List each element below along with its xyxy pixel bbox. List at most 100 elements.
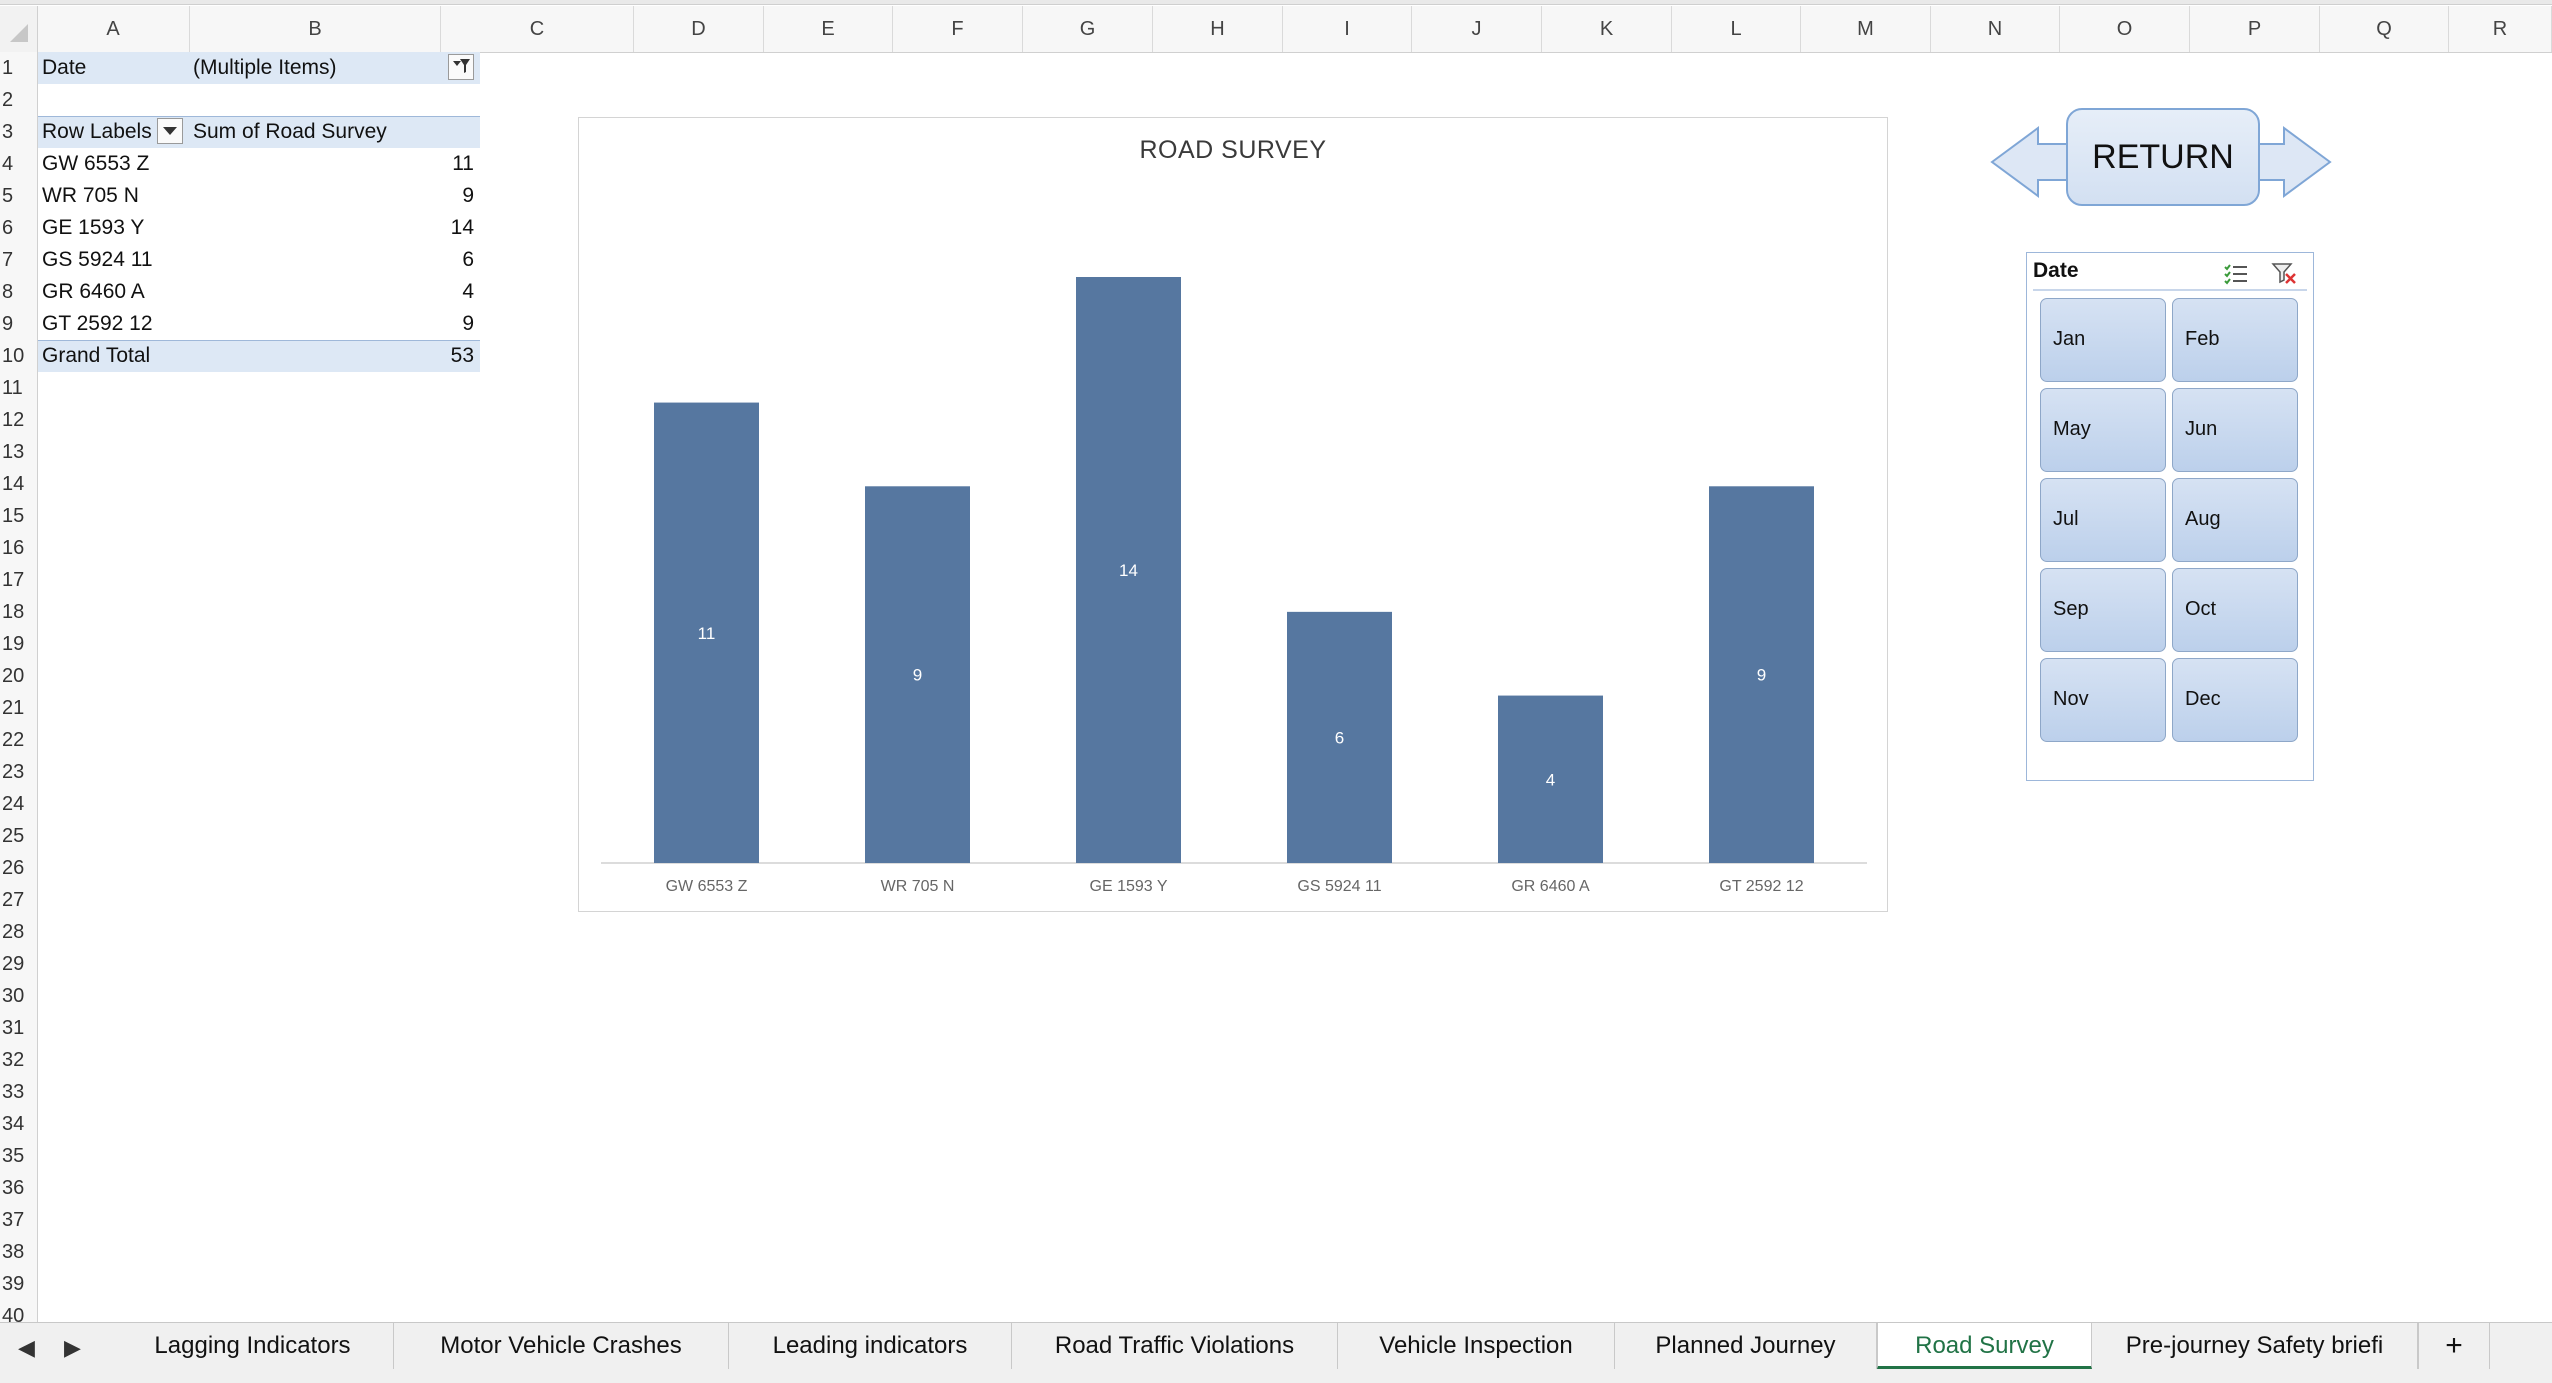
row-header-30[interactable]: 30 (0, 980, 37, 1012)
column-header-C[interactable]: C (441, 6, 634, 52)
date-slicer[interactable]: Date Jan Feb May Jun Jul Aug Sep Oct Nov Dec (2026, 252, 2314, 781)
row-labels-dropdown-button[interactable] (157, 118, 183, 144)
row-header-31[interactable]: 31 (0, 1012, 37, 1044)
row-header-2[interactable]: 2 (0, 84, 37, 116)
row-header-16[interactable]: 16 (0, 532, 37, 564)
sheet-tab-road-survey[interactable]: Road Survey (1877, 1323, 2092, 1369)
row-header-7[interactable]: 7 (0, 244, 37, 276)
row-header-39[interactable]: 39 (0, 1268, 37, 1300)
prev-sheet-arrow-icon[interactable]: ◀ (18, 1335, 35, 1361)
row-header-14[interactable]: 14 (0, 468, 37, 500)
slicer-item-jun[interactable]: Jun (2172, 388, 2298, 472)
column-header-B[interactable]: B (190, 6, 441, 52)
row-header-26[interactable]: 26 (0, 852, 37, 884)
row-header-15[interactable]: 15 (0, 500, 37, 532)
row-header-33[interactable]: 33 (0, 1076, 37, 1108)
column-header-J[interactable]: J (1412, 6, 1542, 52)
row-header-3[interactable]: 3 (0, 116, 37, 148)
row-header-21[interactable]: 21 (0, 692, 37, 724)
chart-data-label: 6 (1335, 728, 1344, 747)
column-header-K[interactable]: K (1542, 6, 1672, 52)
row-header-35[interactable]: 35 (0, 1140, 37, 1172)
slicer-item-jul[interactable]: Jul (2040, 478, 2166, 562)
sheet-tab-leading-indicators[interactable]: Leading indicators (729, 1323, 1012, 1369)
slicer-item-jan[interactable]: Jan (2040, 298, 2166, 382)
sheet-tab-lagging-indicators[interactable]: Lagging Indicators (112, 1323, 394, 1369)
row-header-32[interactable]: 32 (0, 1044, 37, 1076)
pivot-row-value: 9 (462, 184, 474, 207)
slicer-header-divider (2033, 289, 2307, 291)
row-header-9[interactable]: 9 (0, 308, 37, 340)
row-header-12[interactable]: 12 (0, 404, 37, 436)
pivot-row-value: 9 (462, 312, 474, 335)
sheet-tab-planned-journey[interactable]: Planned Journey (1615, 1323, 1877, 1369)
row-header-18[interactable]: 18 (0, 596, 37, 628)
chart-category-label: GT 2592 12 (1719, 878, 1803, 895)
filter-funnel-icon (453, 59, 470, 73)
window-top-edge (0, 0, 2552, 5)
select-all-corner[interactable] (0, 6, 38, 52)
return-button[interactable]: RETURN (2066, 108, 2260, 206)
column-header-F[interactable]: F (893, 6, 1023, 52)
multi-select-icon[interactable] (2223, 261, 2249, 285)
pivot-row-value: 11 (452, 152, 474, 175)
row-header-20[interactable]: 20 (0, 660, 37, 692)
return-navigation[interactable]: RETURN (1990, 106, 2332, 218)
pivot-filter-dropdown-button[interactable] (448, 54, 474, 80)
row-header-29[interactable]: 29 (0, 948, 37, 980)
row-header-23[interactable]: 23 (0, 756, 37, 788)
column-header-D[interactable]: D (634, 6, 764, 52)
row-header-13[interactable]: 13 (0, 436, 37, 468)
sheet-tab-motor-vehicle-crashes[interactable]: Motor Vehicle Crashes (394, 1323, 729, 1369)
column-header-H[interactable]: H (1153, 6, 1283, 52)
slicer-item-aug[interactable]: Aug (2172, 478, 2298, 562)
column-header-E[interactable]: E (764, 6, 893, 52)
row-header-6[interactable]: 6 (0, 212, 37, 244)
chart-data-label: 4 (1546, 770, 1555, 789)
sheet-tab-pre-journey-safety-briefi[interactable]: Pre-journey Safety briefi (2092, 1323, 2418, 1369)
road-survey-chart[interactable]: ROAD SURVEY 11 GW 6553 Z 9 WR 705 N 14 GE 159… (578, 117, 1888, 912)
column-header-Q[interactable]: Q (2320, 6, 2449, 52)
row-header-11[interactable]: 11 (0, 372, 37, 404)
column-header-O[interactable]: O (2060, 6, 2190, 52)
column-header-L[interactable]: L (1672, 6, 1801, 52)
row-header-34[interactable]: 34 (0, 1108, 37, 1140)
row-header-22[interactable]: 22 (0, 724, 37, 756)
row-header-28[interactable]: 28 (0, 916, 37, 948)
clear-filter-icon[interactable] (2271, 261, 2297, 285)
chart-category-label: GW 6553 Z (666, 878, 748, 895)
slicer-item-sep[interactable]: Sep (2040, 568, 2166, 652)
column-header-M[interactable]: M (1801, 6, 1931, 52)
row-header-8[interactable]: 8 (0, 276, 37, 308)
slicer-item-nov[interactable]: Nov (2040, 658, 2166, 742)
row-header-27[interactable]: 27 (0, 884, 37, 916)
chart-data-label: 9 (913, 666, 922, 685)
row-header-37[interactable]: 37 (0, 1204, 37, 1236)
slicer-item-dec[interactable]: Dec (2172, 658, 2298, 742)
row-header-25[interactable]: 25 (0, 820, 37, 852)
row-header-17[interactable]: 17 (0, 564, 37, 596)
row-header-4[interactable]: 4 (0, 148, 37, 180)
row-header-10[interactable]: 10 (0, 340, 37, 372)
column-header-A[interactable]: A (37, 6, 190, 52)
next-sheet-arrow-icon[interactable]: ▶ (64, 1335, 81, 1361)
column-header-G[interactable]: G (1023, 6, 1153, 52)
row-header-5[interactable]: 5 (0, 180, 37, 212)
row-header-24[interactable]: 24 (0, 788, 37, 820)
row-header-36[interactable]: 36 (0, 1172, 37, 1204)
row-header-19[interactable]: 19 (0, 628, 37, 660)
row-header-1[interactable]: 1 (0, 52, 37, 84)
column-header-R[interactable]: R (2449, 6, 2552, 52)
select-all-triangle-icon (10, 24, 28, 42)
sheet-tab-road-traffic-violations[interactable]: Road Traffic Violations (1012, 1323, 1338, 1369)
sheet-tab-vehicle-inspection[interactable]: Vehicle Inspection (1338, 1323, 1615, 1369)
column-header-I[interactable]: I (1283, 6, 1412, 52)
row-header-38[interactable]: 38 (0, 1236, 37, 1268)
column-header-N[interactable]: N (1931, 6, 2060, 52)
add-sheet-button[interactable]: + (2418, 1323, 2490, 1369)
slicer-item-oct[interactable]: Oct (2172, 568, 2298, 652)
slicer-item-may[interactable]: May (2040, 388, 2166, 472)
column-header-P[interactable]: P (2190, 6, 2320, 52)
chart-data-label: 9 (1757, 666, 1766, 685)
slicer-item-feb[interactable]: Feb (2172, 298, 2298, 382)
